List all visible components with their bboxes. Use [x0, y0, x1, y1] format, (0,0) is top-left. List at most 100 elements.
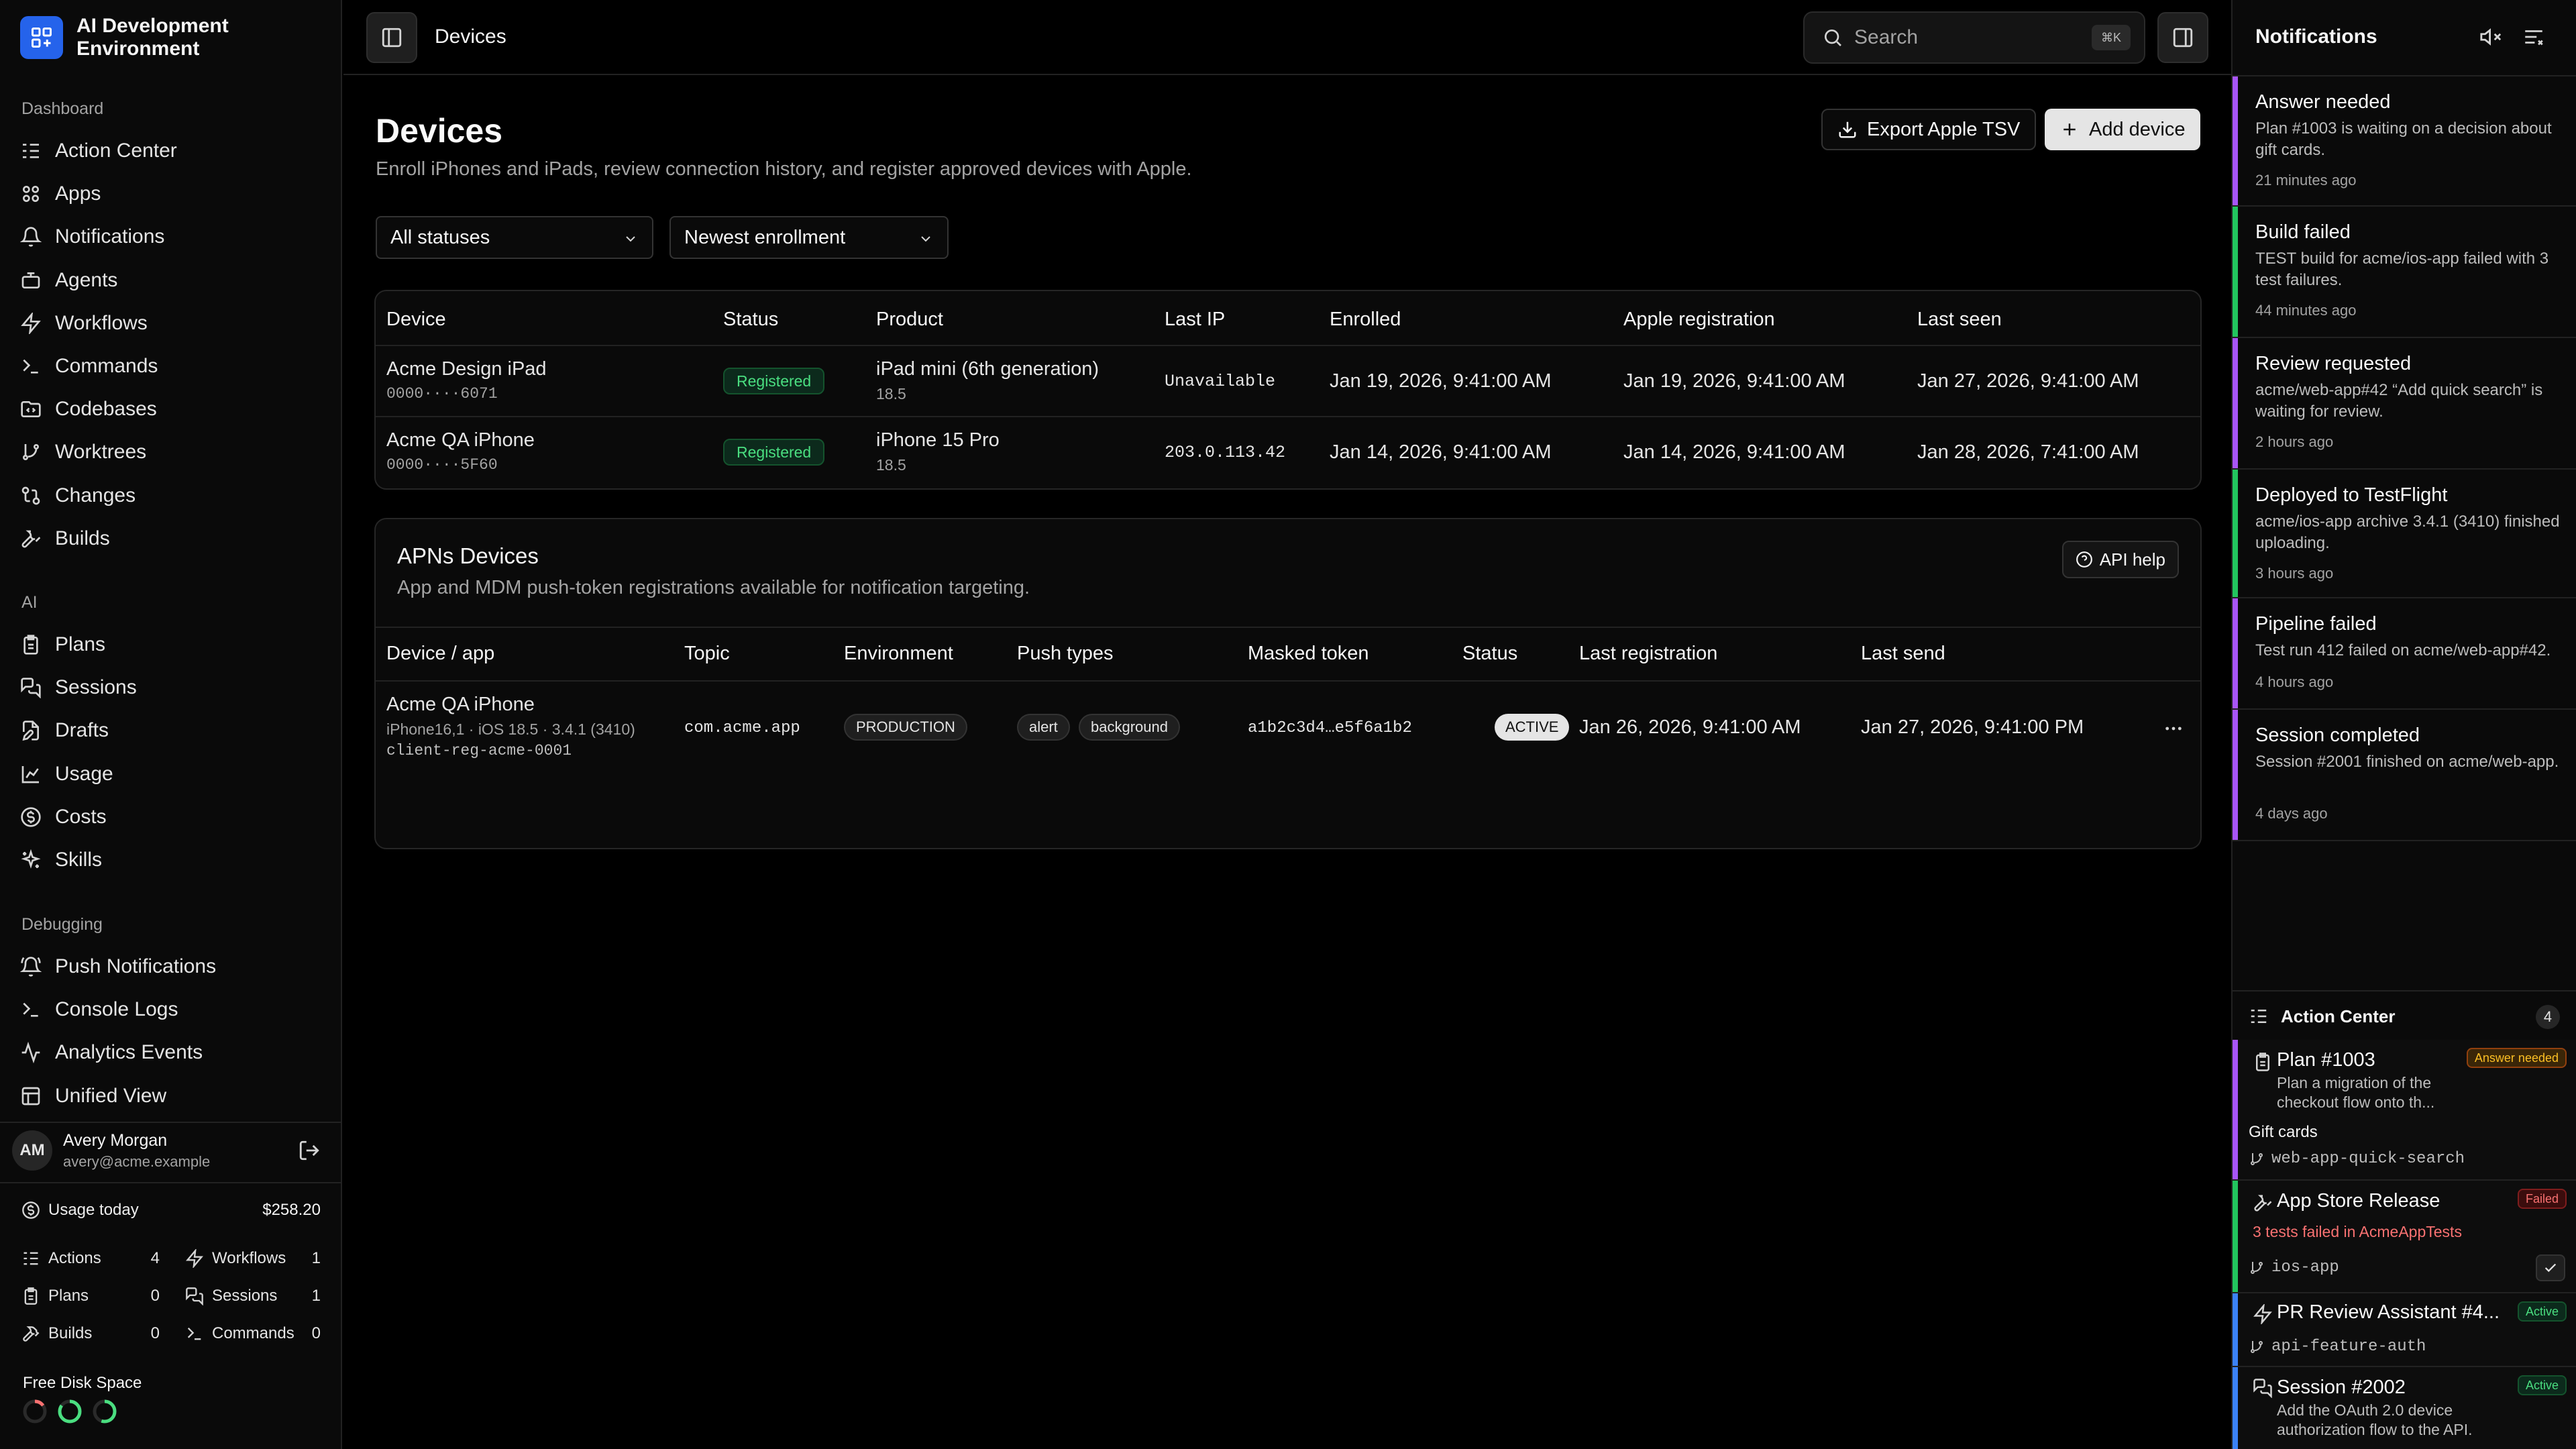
- sort-select[interactable]: Newest enrollment: [669, 216, 949, 259]
- breadcrumb[interactable]: Devices: [435, 25, 506, 48]
- apns-device-name[interactable]: Acme QA iPhone: [386, 694, 535, 716]
- sidebar-item-commands[interactable]: Commands: [20, 350, 322, 383]
- col-header: Push types: [1017, 643, 1114, 664]
- notification-time: 44 minutes ago: [2255, 302, 2357, 319]
- notification-item[interactable]: Review requested acme/web-app#42 “Add qui…: [2233, 338, 2576, 470]
- sidebar-item-worktrees[interactable]: Worktrees: [20, 435, 322, 469]
- sidebar-item-console-logs[interactable]: Console Logs: [20, 993, 322, 1026]
- hammer-icon: [21, 1324, 40, 1343]
- stat-sessions[interactable]: Sessions 1: [185, 1284, 321, 1308]
- logout-icon[interactable]: [298, 1139, 321, 1162]
- apns-client-id: client-reg-acme-0001: [386, 742, 572, 759]
- git-branch-icon: [2251, 1261, 2263, 1274]
- check-icon[interactable]: [2536, 1254, 2565, 1281]
- user-email: avery@acme.example: [63, 1152, 211, 1170]
- notification-item[interactable]: Answer needed Plan #1003 is waiting on a …: [2233, 76, 2576, 207]
- sidebar-item-codebases[interactable]: Codebases: [20, 392, 322, 426]
- more-horizontal-icon[interactable]: [2163, 718, 2184, 739]
- api-help-button[interactable]: API help: [2061, 541, 2179, 578]
- panel-right-icon: [2173, 28, 2193, 48]
- main-content: Devices Enroll iPhones and iPads, review…: [343, 76, 2231, 1449]
- stat-workflows[interactable]: Workflows 1: [185, 1246, 321, 1271]
- activity-icon: [20, 1042, 42, 1064]
- sidebar-item-label: Sessions: [55, 676, 137, 699]
- sidebar-item-costs[interactable]: Costs: [20, 800, 322, 834]
- sidebar-item-label: Push Notifications: [55, 955, 217, 977]
- brand[interactable]: AI Development Environment: [20, 15, 278, 60]
- notification-title: Deployed to TestFlight: [2255, 484, 2448, 506]
- search-input[interactable]: Search ⌘K: [1803, 11, 2145, 64]
- notification-item[interactable]: Pipeline failed Test run 412 failed on ac…: [2233, 598, 2576, 710]
- sidebar-item-label: Unified View: [55, 1084, 167, 1107]
- notification-title: Answer needed: [2255, 91, 2391, 113]
- sidebar-item-analytics-events[interactable]: Analytics Events: [20, 1036, 322, 1069]
- last-ip: 203.0.113.42: [1165, 443, 1286, 462]
- terminal-icon: [20, 999, 42, 1020]
- action-item-title: Session #2002: [2277, 1377, 2406, 1398]
- status-filter-select[interactable]: All statuses: [376, 216, 653, 259]
- sidebar-item-workflows[interactable]: Workflows: [20, 307, 322, 340]
- clipboard-icon: [20, 634, 42, 655]
- action-item-pr-review[interactable]: PR Review Assistant #4... Active api-fea…: [2233, 1293, 2576, 1367]
- divider: [0, 1122, 342, 1123]
- action-item-release[interactable]: App Store Release Failed 3 tests failed …: [2233, 1181, 2576, 1293]
- sidebar-item-builds[interactable]: Builds: [20, 522, 322, 555]
- sidebar-item-changes[interactable]: Changes: [20, 479, 322, 513]
- apps-icon: [20, 183, 42, 205]
- sidebar-item-label: Plans: [55, 633, 106, 655]
- stat-builds[interactable]: Builds 0: [21, 1322, 160, 1346]
- divider: [0, 1182, 342, 1183]
- sidebar-item-unified-view[interactable]: Unified View: [20, 1079, 322, 1113]
- action-item-session[interactable]: Session #2002 Active Add the OAuth 2.0 d…: [2233, 1367, 2576, 1449]
- sidebar-item-agents[interactable]: Agents: [20, 264, 322, 297]
- export-apple-tsv-button[interactable]: Export Apple TSV: [1821, 109, 2037, 150]
- notification-item[interactable]: Session completed Session #2001 finished …: [2233, 710, 2576, 841]
- stat-value: 1: [311, 1287, 321, 1305]
- status-badge: ACTIVE: [1495, 714, 1570, 741]
- sidebar-item-label: Action Center: [55, 140, 177, 162]
- usage-label: Usage today: [48, 1201, 139, 1219]
- sidebar-item-action-center[interactable]: Action Center: [20, 134, 322, 168]
- file-edit-icon: [20, 720, 42, 741]
- sidebar-item-label: Console Logs: [55, 998, 178, 1021]
- sidebar-item-sessions[interactable]: Sessions: [20, 671, 322, 704]
- stat-commands[interactable]: Commands 0: [185, 1322, 321, 1346]
- sidebar-item-apps[interactable]: Apps: [20, 177, 322, 211]
- sidebar-item-usage[interactable]: Usage: [20, 757, 322, 791]
- divider: [376, 345, 2200, 346]
- apns-topic: com.acme.app: [684, 719, 800, 737]
- notification-item[interactable]: Build failed TEST build for acme/ios-app …: [2233, 207, 2576, 338]
- device-name[interactable]: Acme QA iPhone: [386, 429, 535, 451]
- clear-all-icon[interactable]: [2522, 25, 2545, 48]
- terminal-icon: [20, 356, 42, 377]
- sidebar-item-notifications[interactable]: Notifications: [20, 220, 322, 254]
- toggle-sidebar-button[interactable]: [366, 12, 417, 63]
- dollar-icon: [22, 1201, 40, 1219]
- user-profile[interactable]: AM Avery Morgan avery@acme.example: [12, 1127, 331, 1174]
- stat-plans[interactable]: Plans 0: [21, 1284, 160, 1308]
- stat-actions[interactable]: Actions 4: [21, 1246, 160, 1271]
- sidebar-item-skills[interactable]: Skills: [20, 843, 322, 877]
- apple-registration-date: Jan 19, 2026, 9:41:00 AM: [1623, 370, 1845, 392]
- action-item-plan[interactable]: Plan #1003 Answer needed Plan a migratio…: [2233, 1040, 2576, 1181]
- sidebar-item-drafts[interactable]: Drafts: [20, 714, 322, 747]
- sidebar: AI Development Environment Dashboard Act…: [0, 0, 342, 1449]
- action-center-title: Action Center: [2281, 1006, 2396, 1026]
- notification-body: acme/web-app#42 “Add quick search” is wa…: [2255, 381, 2543, 421]
- action-center-header[interactable]: Action Center 4: [2233, 990, 2576, 1040]
- status-badge: Active: [2517, 1375, 2567, 1395]
- sidebar-item-push-notifications[interactable]: Push Notifications: [20, 950, 322, 983]
- sidebar-item-plans[interactable]: Plans: [20, 628, 322, 661]
- add-device-button[interactable]: Add device: [2045, 109, 2200, 150]
- toggle-panel-button[interactable]: [2157, 12, 2208, 63]
- accent-bar: [2233, 1367, 2238, 1449]
- disk-ring-icon: [58, 1399, 82, 1424]
- stat-label: Workflows: [212, 1249, 286, 1267]
- stat-value: 1: [311, 1249, 321, 1267]
- notification-item[interactable]: Deployed to TestFlight acme/ios-app archi…: [2233, 470, 2576, 598]
- workflow-icon: [185, 1249, 204, 1268]
- disk-space-rings: [21, 1398, 118, 1425]
- mute-icon[interactable]: [2479, 25, 2502, 48]
- col-header: Environment: [844, 643, 953, 664]
- device-name[interactable]: Acme Design iPad: [386, 358, 547, 380]
